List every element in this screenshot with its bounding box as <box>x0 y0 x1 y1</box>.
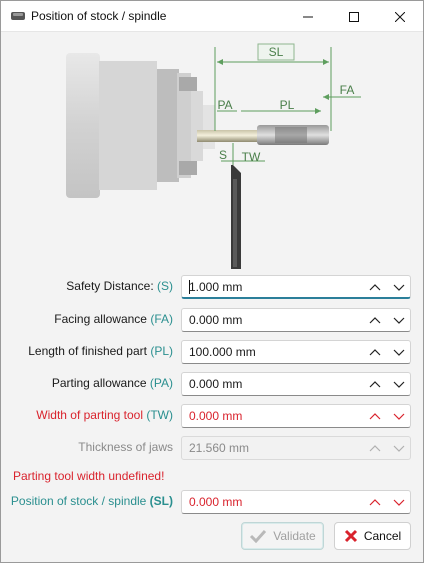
chevron-down-icon[interactable] <box>393 282 405 292</box>
chevron-down-icon[interactable] <box>393 315 405 325</box>
parting-tool-width-value: 0.000 mm <box>189 409 243 423</box>
stock-position-label: Position of stock / spindle (SL) <box>10 494 173 508</box>
finished-part-length-label: Length of finished part (PL) <box>28 344 173 358</box>
spindle-housing <box>99 61 157 190</box>
safety-distance-value: 1.000 mm <box>189 280 243 294</box>
dim-label-tw: TW <box>242 150 261 164</box>
cancel-label: Cancel <box>363 529 402 543</box>
chevron-up-icon[interactable] <box>369 347 381 357</box>
row-parting-tool-width: Width of parting tool (TW) 0.000 mm <box>1 404 424 428</box>
spindle-body <box>66 53 100 198</box>
facing-allowance-value: 0.000 mm <box>189 313 243 327</box>
chuck-jaw-top <box>179 77 197 91</box>
cancel-button[interactable]: Cancel <box>334 522 411 550</box>
minimize-button[interactable] <box>285 1 331 32</box>
chuck-jaw-bottom <box>179 161 197 175</box>
stock-position-value: 0.000 mm <box>189 495 243 509</box>
stock-position-field[interactable]: 0.000 mm <box>181 490 411 514</box>
row-parting-allowance: Parting allowance (PA) 0.000 mm <box>1 372 424 396</box>
stock-rod <box>197 130 257 142</box>
lathe-diagram: SL FA PA PL S TW <box>66 43 361 269</box>
dim-label-s: S <box>219 148 227 162</box>
jaw-thickness-label: Thickness of jaws <box>78 440 173 454</box>
cancel-x-icon <box>344 529 357 543</box>
error-message: Parting tool width undefined! <box>13 469 165 483</box>
row-safety-distance: Safety Distance: (S) 1.000 mm <box>1 275 424 299</box>
close-icon <box>395 11 405 22</box>
chevron-up-icon <box>369 445 381 452</box>
dim-label-fa: FA <box>340 83 355 97</box>
facing-allowance-label: Facing allowance (FA) <box>54 312 173 326</box>
maximize-icon <box>349 11 359 22</box>
app-icon <box>11 12 25 20</box>
chevron-down-icon[interactable] <box>393 379 405 389</box>
dim-label-sl: SL <box>269 45 284 59</box>
safety-distance-field[interactable]: 1.000 mm <box>181 275 411 299</box>
validate-button[interactable]: Validate <box>241 522 324 550</box>
minimize-icon <box>303 16 313 17</box>
close-button[interactable] <box>377 1 423 32</box>
dim-label-pa: PA <box>217 98 232 112</box>
facing-allowance-field[interactable]: 0.000 mm <box>181 308 411 332</box>
row-stock-position: Position of stock / spindle (SL) 0.000 m… <box>1 490 424 514</box>
chevron-up-icon[interactable] <box>369 282 381 292</box>
parting-allowance-label: Parting allowance (PA) <box>51 376 173 390</box>
row-facing-allowance: Facing allowance (FA) 0.000 mm <box>1 308 424 332</box>
validate-label: Validate <box>273 529 316 543</box>
finished-part-length-value: 100.000 mm <box>189 345 256 359</box>
chevron-down-icon[interactable] <box>393 347 405 357</box>
finished-part-length-field[interactable]: 100.000 mm <box>181 340 411 364</box>
dimension-arrows <box>217 59 329 114</box>
title-bar: Position of stock / spindle <box>1 1 423 32</box>
chevron-up-icon[interactable] <box>369 379 381 389</box>
parting-tool-width-field[interactable]: 0.000 mm <box>181 404 411 428</box>
window-title: Position of stock / spindle <box>31 9 167 23</box>
chevron-up-icon[interactable] <box>369 411 381 421</box>
row-finished-part-length: Length of finished part (PL) 100.000 mm <box>1 340 424 364</box>
jaw-thickness-value: 21.560 mm <box>189 441 250 455</box>
chevron-down-icon[interactable] <box>393 411 405 421</box>
row-jaw-thickness: Thickness of jaws 21.560 mm <box>1 436 424 460</box>
chevron-up-icon[interactable] <box>369 315 381 325</box>
maximize-button[interactable] <box>331 1 377 32</box>
chuck-body <box>157 69 179 182</box>
chevron-up-icon[interactable] <box>369 497 381 507</box>
parting-allowance-value: 0.000 mm <box>189 377 243 391</box>
parting-tool-width-label: Width of parting tool (TW) <box>36 408 173 422</box>
text-caret <box>189 280 190 294</box>
safety-distance-label: Safety Distance: (S) <box>66 279 173 293</box>
dialog-window: Position of stock / spindle SL FA PA PL … <box>0 0 424 563</box>
dim-label-pl: PL <box>280 98 295 112</box>
chevron-down-icon <box>393 445 405 452</box>
checkmark-icon <box>250 529 267 543</box>
parting-allowance-field[interactable]: 0.000 mm <box>181 372 411 396</box>
chevron-down-icon[interactable] <box>393 497 405 507</box>
jaw-thickness-field: 21.560 mm <box>181 436 411 460</box>
